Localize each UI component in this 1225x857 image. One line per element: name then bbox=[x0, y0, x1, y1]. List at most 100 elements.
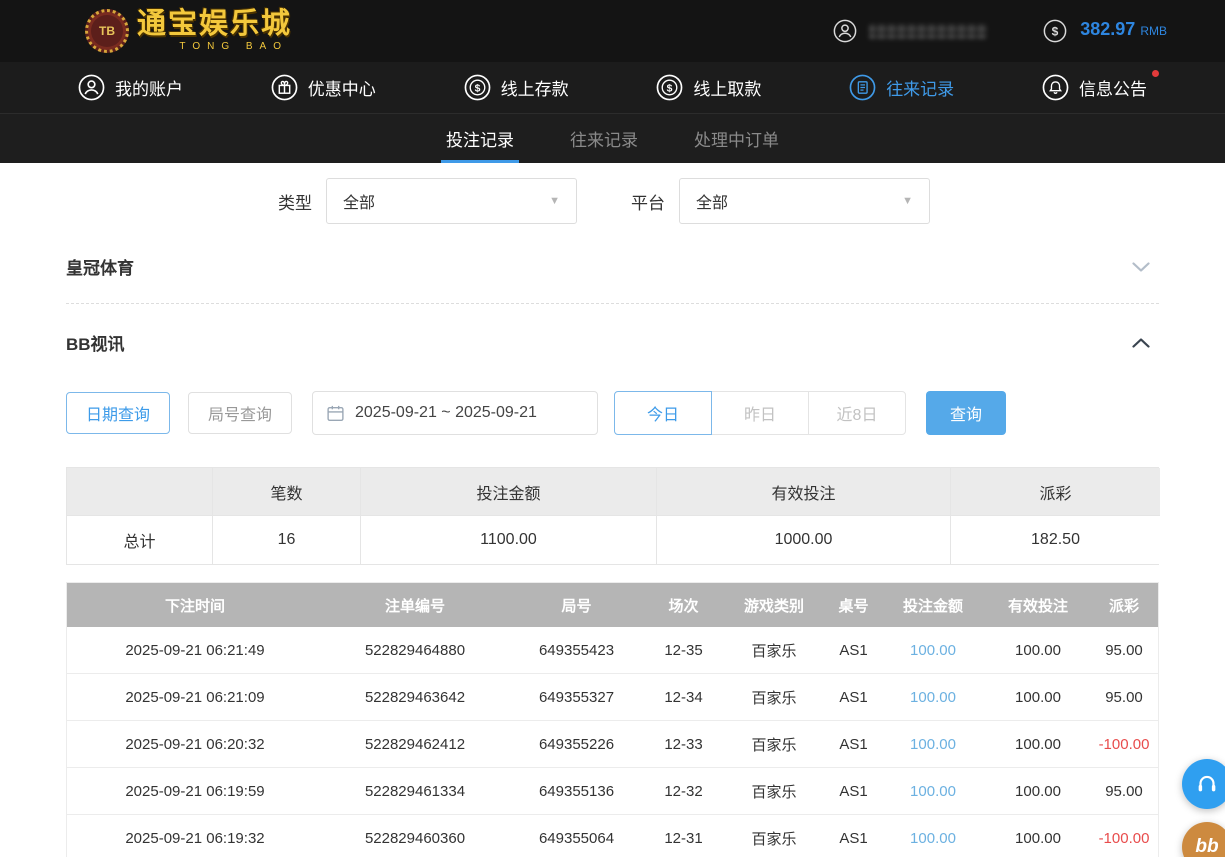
summary-total-label: 总计 bbox=[67, 516, 213, 564]
site-logo[interactable]: TB 通宝娱乐城 TONG BAO bbox=[85, 9, 292, 53]
table-no: AS1 bbox=[827, 768, 880, 815]
bet-amount-link[interactable]: 100.00 bbox=[880, 627, 986, 674]
date-query-button[interactable]: 日期查询 bbox=[66, 392, 170, 434]
summary-valid-bet: 1000.00 bbox=[657, 516, 951, 564]
summary-header-count: 笔数 bbox=[213, 468, 361, 516]
session: 12-33 bbox=[646, 721, 721, 768]
session: 12-31 bbox=[646, 815, 721, 857]
main-nav: 我的账户 优惠中心 $ 线上存款 $ 线上取款 往来记录 信息公告 bbox=[0, 62, 1225, 113]
chevron-down-icon[interactable] bbox=[1129, 255, 1153, 279]
nav-item-withdraw[interactable]: $ 线上取款 bbox=[656, 74, 761, 101]
bb-platform-label: bb bbox=[1195, 836, 1219, 857]
platform-select[interactable]: 全部 ▼ bbox=[679, 178, 930, 224]
summary-bet-amount: 1100.00 bbox=[361, 516, 657, 564]
tb-coin-label: TB bbox=[99, 24, 115, 38]
chevron-down-icon: ▼ bbox=[549, 195, 560, 207]
yesterday-button[interactable]: 昨日 bbox=[711, 391, 809, 435]
col-bet-time: 下注时间 bbox=[67, 583, 323, 627]
nav-label: 线上取款 bbox=[693, 80, 762, 99]
headset-icon bbox=[1198, 775, 1216, 792]
col-order-no: 注单编号 bbox=[323, 583, 507, 627]
last-8-days-button[interactable]: 近8日 bbox=[808, 391, 906, 435]
nav-item-deposit[interactable]: $ 线上存款 bbox=[464, 74, 569, 101]
bet-amount-link[interactable]: 100.00 bbox=[880, 815, 986, 857]
page: TB 通宝娱乐城 TONG BAO $ 382.97 RMB 我的账户 优惠中心… bbox=[0, 0, 1225, 857]
col-session: 场次 bbox=[646, 583, 721, 627]
bet-time: 2025-09-21 06:19:32 bbox=[67, 815, 323, 857]
tab-transaction-records[interactable]: 往来记录 bbox=[565, 114, 643, 163]
chevron-down-icon: ▼ bbox=[902, 195, 913, 207]
platform-filter-label: 平台 bbox=[631, 193, 665, 213]
tb-coin-icon: TB bbox=[85, 9, 129, 53]
username-blurred bbox=[869, 23, 988, 39]
sub-tabbar: 投注记录 往来记录 处理中订单 bbox=[0, 113, 1225, 163]
search-button[interactable]: 查询 bbox=[926, 391, 1006, 435]
bet-amount-link[interactable]: 100.00 bbox=[880, 768, 986, 815]
section-crown-sports[interactable]: 皇冠体育 bbox=[66, 224, 1159, 304]
bet-amount-link[interactable]: 100.00 bbox=[880, 674, 986, 721]
today-button[interactable]: 今日 bbox=[614, 391, 712, 435]
tab-bet-records[interactable]: 投注记录 bbox=[441, 114, 519, 163]
user-avatar-icon bbox=[833, 19, 857, 43]
nav-item-promotions[interactable]: 优惠中心 bbox=[271, 74, 376, 101]
order-no: 522829462412 bbox=[323, 721, 507, 768]
balance-amount: 382.97 bbox=[1080, 19, 1136, 39]
section-title: BB视讯 bbox=[66, 335, 125, 354]
round-query-button[interactable]: 局号查询 bbox=[188, 392, 292, 434]
round-no: 649355226 bbox=[507, 721, 646, 768]
type-filter-label: 类型 bbox=[278, 193, 312, 213]
valid-bet: 100.00 bbox=[986, 721, 1090, 768]
table-no: AS1 bbox=[827, 815, 880, 857]
col-valid-bet: 有效投注 bbox=[986, 583, 1090, 627]
table-row: 2025-09-21 06:19:32 522829460360 6493550… bbox=[67, 815, 1158, 857]
chevron-up-icon[interactable] bbox=[1129, 331, 1153, 355]
col-game-type: 游戏类别 bbox=[721, 583, 827, 627]
order-no: 522829463642 bbox=[323, 674, 507, 721]
payout-cell: 95.00 bbox=[1090, 674, 1158, 721]
logo-subtitle: TONG BAO bbox=[179, 41, 289, 52]
table-row: 2025-09-21 06:20:32 522829462412 6493552… bbox=[67, 721, 1158, 768]
order-no: 522829464880 bbox=[323, 627, 507, 674]
payout-cell: -100.00 bbox=[1090, 721, 1158, 768]
session: 12-34 bbox=[646, 674, 721, 721]
round-no: 649355064 bbox=[507, 815, 646, 857]
withdraw-icon: $ bbox=[657, 74, 683, 101]
payout-cell: 95.00 bbox=[1090, 768, 1158, 815]
nav-item-announcements[interactable]: 信息公告 bbox=[1042, 70, 1159, 101]
platform-select-value: 全部 bbox=[696, 195, 729, 212]
type-select-value: 全部 bbox=[343, 195, 376, 212]
summary-payout: 182.50 bbox=[951, 516, 1160, 564]
calendar-icon bbox=[327, 405, 344, 421]
session: 12-35 bbox=[646, 627, 721, 674]
bet-amount-link[interactable]: 100.00 bbox=[880, 721, 986, 768]
col-round-no: 局号 bbox=[507, 583, 646, 627]
order-no: 522829460360 bbox=[323, 815, 507, 857]
deposit-icon: $ bbox=[464, 74, 490, 101]
order-no: 522829461334 bbox=[323, 768, 507, 815]
type-select[interactable]: 全部 ▼ bbox=[326, 178, 577, 224]
valid-bet: 100.00 bbox=[986, 815, 1090, 857]
section-title: 皇冠体育 bbox=[66, 259, 134, 278]
game-type: 百家乐 bbox=[721, 674, 827, 721]
nav-item-my-account[interactable]: 我的账户 bbox=[78, 74, 183, 101]
payout-cell: -100.00 bbox=[1090, 815, 1158, 857]
valid-bet: 100.00 bbox=[986, 768, 1090, 815]
balance[interactable]: $ 382.97 RMB bbox=[1043, 19, 1167, 43]
summary-table: 笔数 投注金额 有效投注 派彩 总计 16 1100.00 1000.00 18… bbox=[66, 467, 1160, 565]
bet-time: 2025-09-21 06:19:59 bbox=[67, 768, 323, 815]
game-type: 百家乐 bbox=[721, 627, 827, 674]
bell-icon bbox=[1042, 74, 1069, 101]
date-range-value: 2025-09-21 ~ 2025-09-21 bbox=[355, 404, 537, 421]
bb-platform-button[interactable]: bb bbox=[1182, 822, 1225, 857]
table-header-row: 下注时间 注单编号 局号 场次 游戏类别 桌号 投注金额 有效投注 派彩 bbox=[67, 583, 1158, 627]
col-table-no: 桌号 bbox=[827, 583, 880, 627]
tab-pending-orders[interactable]: 处理中订单 bbox=[689, 114, 784, 163]
section-bb-video[interactable]: BB视讯 bbox=[66, 304, 1159, 355]
date-range-picker[interactable]: 2025-09-21 ~ 2025-09-21 bbox=[312, 391, 598, 435]
summary-header-blank bbox=[67, 468, 213, 516]
nav-item-records[interactable]: 往来记录 bbox=[849, 74, 954, 101]
customer-service-button[interactable] bbox=[1182, 759, 1225, 809]
summary-count: 16 bbox=[213, 516, 361, 564]
bet-records-table: 下注时间 注单编号 局号 场次 游戏类别 桌号 投注金额 有效投注 派彩 202… bbox=[66, 582, 1159, 857]
bet-time: 2025-09-21 06:21:49 bbox=[67, 627, 323, 674]
